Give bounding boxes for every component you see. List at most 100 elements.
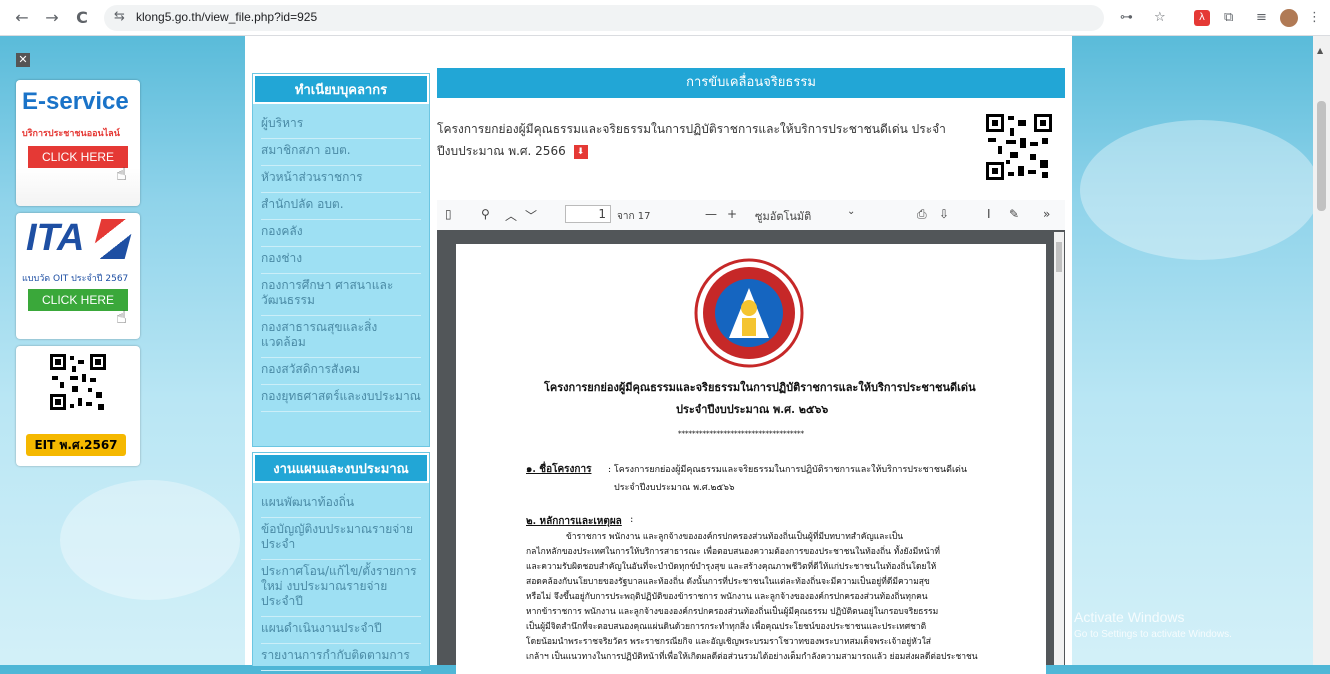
pdf-section1-label: ๑. ชื่อโครงการ (526, 464, 592, 475)
sidebar-item[interactable]: กองช่าง (261, 247, 421, 274)
ita-banner[interactable]: ITA แบบวัด OIT ประจำปี 2567 CLICK HERE ☝ (16, 213, 140, 339)
pdf-viewer[interactable]: โครงการยกย่องผู้มีคุณธรรมและจริยธรรมในกา… (437, 230, 1065, 674)
windows-watermark-line1: Activate Windows (1074, 609, 1185, 625)
pdf-doc-title2: ประจำปีงบประมาณ พ.ศ. ๒๕๖๖ (676, 403, 829, 416)
close-banner-icon[interactable]: ✕ (16, 53, 30, 67)
document-title-line1: โครงการยกย่องผู้มีคุณธรรมและจริยธรรมในกา… (437, 122, 946, 136)
extensions-icon[interactable]: ⧉ (1224, 8, 1233, 28)
qr-code-icon (48, 352, 108, 412)
zoom-out-icon[interactable]: — (705, 207, 717, 221)
chevron-down-icon[interactable]: ﹀ (525, 207, 537, 224)
sidebar-item[interactable]: กองสาธารณสุขและสิ่งแวดล้อม (261, 316, 421, 358)
pdf-doc-title1: โครงการยกย่องผู้มีคุณธรรมและจริยธรรมในกา… (544, 381, 976, 394)
draw-pen-icon[interactable]: ✎ (1009, 207, 1019, 221)
chevron-up-icon[interactable]: ︿ (505, 207, 517, 224)
chevron-down-icon: ⌄ (847, 206, 856, 217)
pdf-body-line: หากข้าราชการ พนักงาน และลูกจ้างขององค์กร… (526, 607, 939, 617)
pdf-section1-text: : โครงการยกย่องผู้มีคุณธรรมและจริยธรรมใน… (608, 465, 968, 475)
sidebar-item[interactable]: แผนดำเนินงานประจำปี (261, 617, 421, 644)
sidebar-item[interactable]: ประกาศโอน/แก้ไข/ตั้งรายการใหม่ งบประมาณร… (261, 560, 421, 617)
sidebar-item[interactable]: กองสวัสดิการสังคม (261, 358, 421, 385)
ita-flag-icon (90, 219, 136, 259)
pdf-body-line: กลไกหลักของประเทศในการให้บริการสาธารณะ เ… (526, 547, 940, 557)
pdf-divider-stars: ************************************ (678, 430, 804, 438)
sidebar-item[interactable]: ข้อบัญญัติงบประมาณรายจ่ายประจำ (261, 518, 421, 560)
background-cloud (1080, 120, 1320, 260)
eit-label-button[interactable]: EIT พ.ศ.2567 (26, 434, 126, 456)
ita-click-button[interactable]: CLICK HERE (28, 289, 128, 311)
eservice-title: E-service (22, 88, 129, 115)
text-cursor-icon[interactable]: I (987, 207, 991, 221)
print-icon[interactable]: ⎙ (917, 207, 927, 222)
organization-seal-logo (694, 258, 804, 368)
pdf-section2-colon: : (630, 514, 634, 525)
download-icon[interactable]: ⇩ (939, 207, 949, 221)
more-tools-icon[interactable]: » (1043, 207, 1050, 221)
menu-kebab-icon[interactable]: ⋮ (1308, 8, 1321, 28)
document-title-line2: ปีงบประมาณ พ.ศ. 2566 (437, 144, 566, 158)
document-title-line2-row: ปีงบประมาณ พ.ศ. 2566 ⬇ (437, 140, 957, 162)
plan-menu: งานแผนและงบประมาณ แผนพัฒนาท้องถิ่น ข้อบัญ… (252, 452, 430, 671)
pdf-download-icon[interactable]: ⬇ (573, 144, 588, 159)
sidebar-item[interactable]: กองคลัง (261, 220, 421, 247)
sidebar-item[interactable]: รายงานการกำกับติดตามการ (261, 644, 421, 671)
pdf-body-line: เป็นผู้มีจิตสำนึกที่จะตอบสนองคุณแผ่นดินด… (526, 622, 927, 632)
pdf-body-line: และความรับผิดชอบสำคัญในอันที่จะบำบัดทุกข… (526, 562, 937, 572)
profile-avatar-icon[interactable] (1280, 9, 1298, 27)
page-scrollbar-thumb[interactable] (1317, 101, 1326, 211)
plan-list: แผนพัฒนาท้องถิ่น ข้อบัญญัติงบประมาณรายจ่า… (253, 483, 429, 671)
page-scrollbar[interactable]: ▲ (1313, 36, 1330, 665)
pdf-section2-label: ๒. หลักการและเหตุผล (526, 516, 622, 527)
cursor-hand-icon: ☝ (116, 164, 127, 185)
password-key-icon[interactable]: ⊶ (1120, 8, 1133, 28)
plan-menu-title: งานแผนและงบประมาณ (253, 453, 429, 483)
eit-banner[interactable]: EIT พ.ศ.2567 (16, 346, 140, 466)
sidebar-item[interactable]: สมาชิกสภา อบต. (261, 139, 421, 166)
sidebar-item[interactable]: แผนพัฒนาท้องถิ่น (261, 491, 421, 518)
pdf-body-line: หรือไม่ จึงขึ้นอยู่กับการประพฤติปฏิบัติข… (526, 592, 928, 602)
site-info-icon[interactable]: ⇆ (114, 9, 125, 24)
sidebar-item[interactable]: กองการศึกษา ศาสนาและวัฒนธรรม (261, 274, 421, 316)
bookmark-star-icon[interactable]: ☆ (1154, 8, 1166, 28)
pdf-toolbar: ▯ ⚲ ︿ ﹀ 1 จาก 17 — + ซูมอัตโนมัติ ⌄ ⎙ ⇩ … (437, 200, 1065, 231)
pdf-body-line: ข้าราชการ พนักงาน และลูกจ้างขององค์กรปกค… (566, 532, 904, 542)
url-text: klong5.go.th/view_file.php?id=925 (136, 10, 318, 24)
reload-icon[interactable]: C (72, 8, 92, 28)
qr-code-icon (984, 112, 1054, 182)
sidebar-item[interactable]: กองยุทธศาสตร์และงบประมาณ (261, 385, 421, 412)
pdf-page: โครงการยกย่องผู้มีคุณธรรมและจริยธรรมในกา… (456, 244, 1046, 674)
eservice-click-button[interactable]: CLICK HERE (28, 146, 128, 168)
back-icon[interactable]: ← (12, 8, 32, 28)
pdf-body-line: เกล้าฯ เป็นแนวทางในการปฏิบัติหน้าที่เพื่… (526, 652, 978, 662)
sidebar-item[interactable]: สำนักปลัด อบต. (261, 193, 421, 220)
pdf-scrollbar-thumb[interactable] (1056, 242, 1062, 272)
sidebar-item[interactable]: หัวหน้าส่วนราชการ (261, 166, 421, 193)
page-total: จาก 17 (617, 211, 651, 222)
pdf-body-line: สอดคล้องกับนโยบายของรัฐบาลและท้องถิ่น ดั… (526, 577, 930, 587)
eservice-banner[interactable]: E-service บริการประชาชนออนไลน์ CLICK HER… (16, 80, 140, 206)
main-section-header: การขับเคลื่อนจริยธรรม (437, 68, 1065, 98)
sidebar-toggle-icon[interactable]: ▯ (445, 207, 452, 221)
pdf-scrollbar[interactable] (1054, 232, 1064, 665)
windows-watermark-line2: Go to Settings to activate Windows. (1074, 629, 1232, 640)
eservice-subtitle: บริการประชาชนออนไลน์ (22, 129, 120, 139)
zoom-select-value: ซูมอัตโนมัติ (755, 210, 812, 223)
document-title: โครงการยกย่องผู้มีคุณธรรมและจริยธรรมในกา… (437, 118, 957, 162)
ita-logo: ITA (26, 217, 85, 259)
reading-list-icon[interactable]: ≡ (1256, 8, 1267, 28)
pdf-body-text: ข้าราชการ พนักงาน และลูกจ้างขององค์กรปกค… (526, 530, 1036, 665)
address-bar[interactable]: ⇆ klong5.go.th/view_file.php?id=925 (104, 5, 1104, 31)
sidebar-item[interactable]: ผู้บริหาร (261, 112, 421, 139)
forward-icon[interactable]: → (42, 8, 62, 28)
personnel-list: ผู้บริหาร สมาชิกสภา อบต. หัวหน้าส่วนราชการ… (253, 104, 429, 412)
scroll-up-arrow-icon[interactable]: ▲ (1317, 46, 1323, 55)
search-icon[interactable]: ⚲ (481, 207, 490, 221)
personnel-menu-title: ทำเนียบบุคลากร (253, 74, 429, 104)
pdf-extension-icon[interactable]: λ (1194, 10, 1210, 26)
browser-toolbar: ← → C ⇆ klong5.go.th/view_file.php?id=92… (0, 0, 1330, 36)
pdf-section1-text2: ประจำปีงบประมาณ พ.ศ.๒๕๖๖ (614, 483, 735, 493)
zoom-select[interactable]: ซูมอัตโนมัติ ⌄ (749, 204, 859, 224)
page-number-input[interactable]: 1 (565, 205, 611, 223)
pdf-body-line: โดยน้อมนำพระราชจริยวัตร พระราชกรณียกิจ แ… (526, 637, 931, 647)
zoom-in-icon[interactable]: + (727, 207, 737, 221)
